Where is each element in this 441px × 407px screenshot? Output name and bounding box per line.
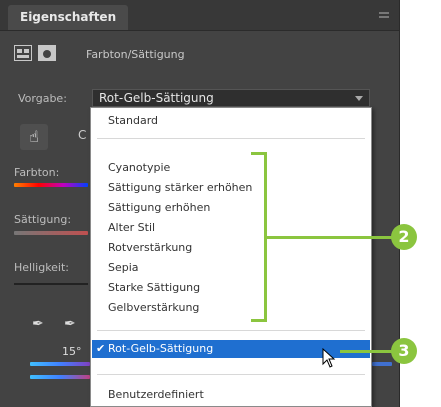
menu-item-alter-stil[interactable]: Alter Stil [108, 221, 155, 234]
callout-connector-3 [340, 350, 394, 353]
menu-divider [97, 374, 365, 375]
preset-select[interactable]: Rot-Gelb-Sättigung [92, 89, 370, 107]
menu-item-starke-saettigung[interactable]: Starke Sättigung [108, 281, 200, 294]
menu-divider [97, 330, 365, 331]
lightness-slider[interactable] [14, 283, 88, 285]
eyedropper-icon[interactable]: ✒ [32, 316, 44, 332]
panel-menu-icon[interactable] [379, 12, 389, 20]
hue-label: Farbton: [14, 166, 60, 179]
callout-badge-2: 2 [391, 224, 417, 250]
menu-item-benutzerdefiniert[interactable]: Benutzerdefiniert [108, 388, 204, 401]
preset-label: Vorgabe: [18, 92, 67, 105]
chevron-down-icon [355, 96, 363, 101]
range-spectrum-bar [30, 362, 90, 366]
targeted-adjustment-hand-icon[interactable]: ☝ [20, 124, 48, 150]
menu-item-saettigung-staerker[interactable]: Sättigung stärker erhöhen [108, 181, 252, 194]
mouse-pointer-icon [322, 348, 336, 368]
range-spectrum-bar-right [372, 362, 392, 366]
saturation-label: Sättigung: [14, 213, 72, 226]
callout-badge-3: 3 [391, 338, 417, 364]
callout-bracket [251, 152, 267, 322]
hue-gradient [14, 183, 88, 187]
menu-item-sepia[interactable]: Sepia [108, 261, 139, 274]
menu-item-saettigung-erhoehen[interactable]: Sättigung erhöhen [108, 201, 210, 214]
checkmark-icon: ✔ [96, 342, 106, 355]
colorize-checkbox-fragment[interactable]: C [78, 128, 86, 142]
lightness-label: Helligkeit: [14, 261, 70, 274]
adjustment-title: Farbton/Sättigung [86, 48, 185, 61]
menu-item-rotverstaerkung[interactable]: Rotverstärkung [108, 241, 192, 254]
range-angle-value: 15° [62, 345, 82, 358]
adjustment-header: Farbton/Sättigung [8, 38, 388, 68]
eyedropper-plus-icon[interactable]: ✒ [64, 316, 76, 332]
tab-properties[interactable]: Eigenschaften [8, 5, 129, 30]
panel-titlebar: Eigenschaften [0, 0, 399, 31]
preset-value: Rot-Gelb-Sättigung [99, 91, 214, 105]
saturation-gradient [14, 231, 88, 235]
menu-item-standard[interactable]: Standard [108, 114, 158, 127]
properties-panel: Eigenschaften Farbton/Sättigung Vorgabe:… [0, 0, 400, 407]
menu-item-gelbverstaerkung[interactable]: Gelbverstärkung [108, 301, 199, 314]
menu-divider [97, 138, 365, 139]
adjustment-layer-icon[interactable] [14, 45, 32, 61]
range-spectrum-bar-lower [30, 375, 90, 379]
menu-item-selected-label: Rot-Gelb-Sättigung [108, 342, 214, 355]
mask-icon[interactable] [38, 45, 56, 61]
menu-item-cyanotypie[interactable]: Cyanotypie [108, 161, 170, 174]
callout-connector-2 [267, 236, 394, 239]
